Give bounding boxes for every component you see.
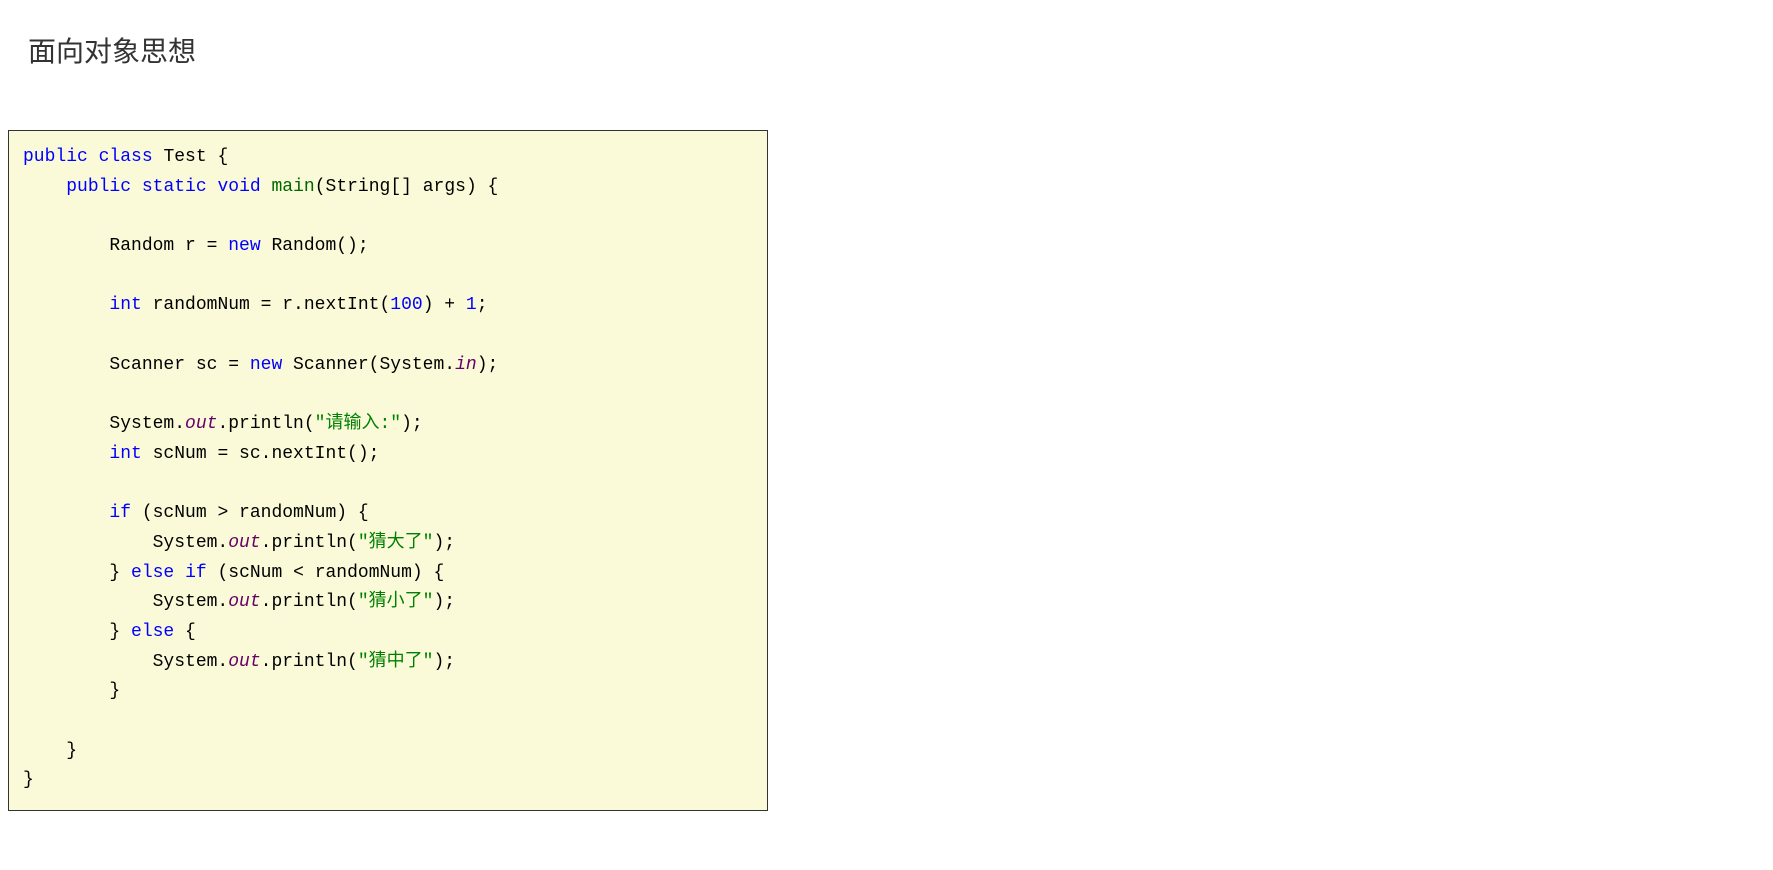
code-token-kw: public [23,147,88,167]
code-token-kw: if [185,563,207,583]
code-token-num: 1 [466,295,477,315]
code-token-it: out [228,652,260,672]
code-token-fn: main [272,177,315,197]
code-token-kw: else [131,622,174,642]
code-token-it: in [455,355,477,375]
code-token-it: out [228,592,260,612]
page-title: 面向对象思想 [0,0,1773,70]
code-token-str: "猜中了" [358,652,434,672]
code-token-num: 100 [390,295,422,315]
code-token-kw: else [131,563,174,583]
code-token-str: "猜小了" [358,592,434,612]
code-token-kw: int [109,444,141,464]
code-token-kw: public [66,177,131,197]
code-token-it: out [185,414,217,434]
code-token-kw: int [109,295,141,315]
code-token-kw: if [109,503,131,523]
code-block: public class Test { public static void m… [8,130,768,811]
code-token-it: out [228,533,260,553]
code-token-str: "猜大了" [358,533,434,553]
code-token-str: "请输入:" [315,414,401,434]
code-token-kw: new [228,236,260,256]
code-token-kw: void [217,177,260,197]
code-token-kw: class [99,147,153,167]
code-token-kw: static [142,177,207,197]
code-token-kw: new [250,355,282,375]
